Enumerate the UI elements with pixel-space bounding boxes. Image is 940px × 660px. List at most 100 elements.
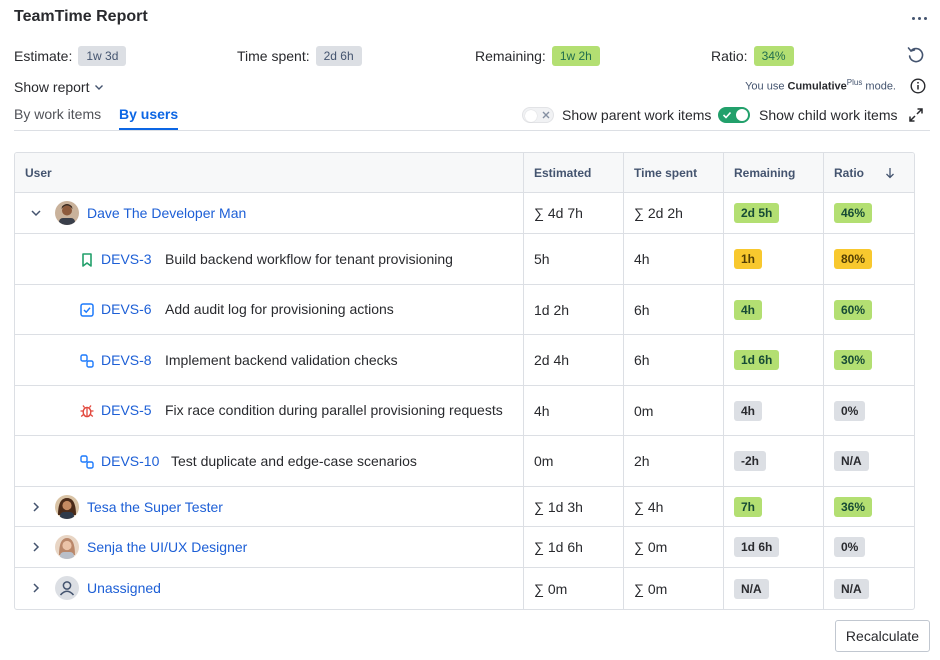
table-row[interactable]: DEVS-5 Fix race condition during paralle… bbox=[15, 386, 914, 436]
mode-note: You use CumulativePlus mode. bbox=[745, 78, 896, 93]
more-options-icon[interactable] bbox=[906, 8, 932, 28]
time-spent-cell: 2h bbox=[634, 453, 650, 469]
toggle-knob bbox=[525, 110, 537, 122]
time-spent-cell: ∑ 4h bbox=[634, 498, 664, 515]
ratio-badge: N/A bbox=[834, 578, 869, 599]
report-title: TeamTime Report bbox=[14, 8, 148, 25]
estimated-cell: ∑ 1d 3h bbox=[534, 498, 583, 515]
expand-icon[interactable] bbox=[908, 107, 924, 123]
estimate-value: 1w 3d bbox=[78, 46, 127, 66]
show-parent-toggle[interactable] bbox=[522, 107, 554, 123]
show-child-toggle[interactable] bbox=[718, 107, 750, 123]
table-row[interactable]: DEVS-10 Test duplicate and edge-case sce… bbox=[15, 436, 914, 487]
show-child-label: Show child work items bbox=[759, 107, 898, 123]
time-spent-cell: ∑ 0m bbox=[634, 539, 668, 555]
show-parent-label: Show parent work items bbox=[562, 107, 712, 123]
table-row[interactable]: DEVS-3 Build backend workflow for tenant… bbox=[15, 234, 914, 285]
recalculate-button[interactable]: Recalculate bbox=[835, 620, 930, 652]
close-icon bbox=[542, 111, 550, 119]
remaining-label: Remaining: bbox=[475, 48, 546, 64]
estimated-cell: 5h bbox=[534, 251, 550, 267]
time-spent-stat: Time spent: 2d 6h bbox=[237, 46, 362, 66]
show-report-label: Show report bbox=[14, 79, 90, 95]
sort-down-icon bbox=[886, 168, 894, 179]
remaining-stat: Remaining: 1w 2h bbox=[475, 46, 600, 66]
ratio-badge: 36% bbox=[834, 496, 873, 517]
table-row[interactable]: DEVS-8 Implement backend validation chec… bbox=[15, 335, 914, 386]
header-remaining[interactable]: Remaining bbox=[724, 153, 824, 193]
issue-key[interactable]: DEVS-3 bbox=[101, 251, 152, 267]
issue-key[interactable]: DEVS-10 bbox=[101, 453, 159, 469]
issue-key[interactable]: DEVS-6 bbox=[101, 301, 152, 317]
issue-key[interactable]: DEVS-5 bbox=[101, 402, 152, 418]
avatar bbox=[55, 535, 79, 559]
mode-name: Cumulative bbox=[787, 80, 847, 93]
ratio-badge: N/A bbox=[834, 451, 869, 471]
chevron-down-icon[interactable] bbox=[29, 206, 43, 220]
subtask-icon bbox=[80, 354, 94, 368]
header-ratio-label: Ratio bbox=[834, 166, 864, 180]
issue-summary: Test duplicate and edge-case scenarios bbox=[171, 453, 417, 469]
ratio-badge: 80% bbox=[834, 249, 873, 269]
avatar bbox=[55, 495, 79, 519]
chevron-right-icon[interactable] bbox=[29, 540, 43, 554]
header-user[interactable]: User bbox=[15, 153, 524, 193]
issue-key[interactable]: DEVS-8 bbox=[101, 352, 152, 368]
tab-by-work-items[interactable]: By work items bbox=[14, 106, 101, 128]
mode-prefix: You use bbox=[745, 80, 788, 93]
chevron-down-icon bbox=[95, 85, 104, 90]
user-link[interactable]: Tesa the Super Tester bbox=[87, 499, 223, 515]
remaining-badge: 4h bbox=[734, 299, 763, 320]
issue-summary: Fix race condition during parallel provi… bbox=[165, 402, 503, 418]
user-link[interactable]: Senja the UI/UX Designer bbox=[87, 539, 247, 555]
table-row[interactable]: Dave The Developer Man ∑ 4d 7h ∑ 2d 2h 2… bbox=[15, 193, 914, 234]
estimated-cell: 1d 2h bbox=[534, 301, 570, 318]
estimated-cell: ∑ 4d 7h bbox=[534, 205, 583, 221]
estimated-cell: ∑ 0m bbox=[534, 580, 568, 597]
column-divider bbox=[523, 153, 524, 609]
table-row[interactable]: Senja the UI/UX Designer ∑ 1d 6h ∑ 0m 1d… bbox=[15, 527, 914, 568]
estimated-cell: 2d 4h bbox=[534, 352, 570, 368]
time-spent-cell: 6h bbox=[634, 301, 650, 318]
time-spent-label: Time spent: bbox=[237, 48, 310, 64]
estimated-cell: 4h bbox=[534, 402, 550, 419]
user-link[interactable]: Dave The Developer Man bbox=[87, 205, 246, 221]
table-row[interactable]: Tesa the Super Tester ∑ 1d 3h ∑ 4h 7h 36… bbox=[15, 487, 914, 527]
remaining-badge: 7h bbox=[734, 496, 763, 517]
chevron-right-icon[interactable] bbox=[29, 581, 43, 595]
time-spent-cell: 4h bbox=[634, 251, 650, 267]
header-estimated[interactable]: Estimated bbox=[524, 153, 624, 193]
column-divider bbox=[823, 153, 824, 609]
refresh-icon[interactable] bbox=[906, 45, 926, 65]
time-spent-value: 2d 6h bbox=[315, 46, 362, 66]
table-row[interactable]: Unassigned ∑ 0m ∑ 0m N/A N/A bbox=[15, 568, 914, 609]
task-icon bbox=[80, 303, 94, 317]
info-icon[interactable] bbox=[910, 78, 926, 94]
issue-summary: Add audit log for provisioning actions bbox=[165, 301, 394, 317]
ratio-badge: 30% bbox=[834, 350, 873, 370]
remaining-badge: 4h bbox=[734, 400, 763, 421]
table-row[interactable]: DEVS-6 Add audit log for provisioning ac… bbox=[15, 285, 914, 335]
header-ratio[interactable]: Ratio bbox=[824, 153, 914, 193]
time-spent-cell: ∑ 0m bbox=[634, 580, 668, 597]
avatar bbox=[55, 201, 79, 225]
user-link[interactable]: Unassigned bbox=[87, 580, 161, 596]
ratio-value: 34% bbox=[753, 46, 794, 66]
ratio-badge: 0% bbox=[834, 537, 866, 557]
view-tabs: By work items By users Show parent work … bbox=[14, 106, 930, 131]
estimated-cell: ∑ 1d 6h bbox=[534, 539, 583, 555]
time-spent-cell: 0m bbox=[634, 402, 654, 419]
remaining-badge: N/A bbox=[734, 578, 769, 599]
show-report-toggle[interactable]: Show report bbox=[14, 79, 105, 95]
header-time-spent[interactable]: Time spent bbox=[624, 153, 724, 193]
remaining-badge: 2d 5h bbox=[734, 203, 780, 223]
mode-suffix: mode. bbox=[862, 80, 896, 93]
remaining-badge: 1d 6h bbox=[734, 537, 780, 557]
column-divider bbox=[723, 153, 724, 609]
bug-icon bbox=[80, 405, 94, 418]
ratio-stat: Ratio: 34% bbox=[711, 46, 794, 66]
chevron-right-icon[interactable] bbox=[29, 500, 43, 514]
tab-by-users[interactable]: By users bbox=[119, 106, 179, 130]
check-icon bbox=[722, 111, 732, 119]
ratio-badge: 46% bbox=[834, 203, 873, 223]
